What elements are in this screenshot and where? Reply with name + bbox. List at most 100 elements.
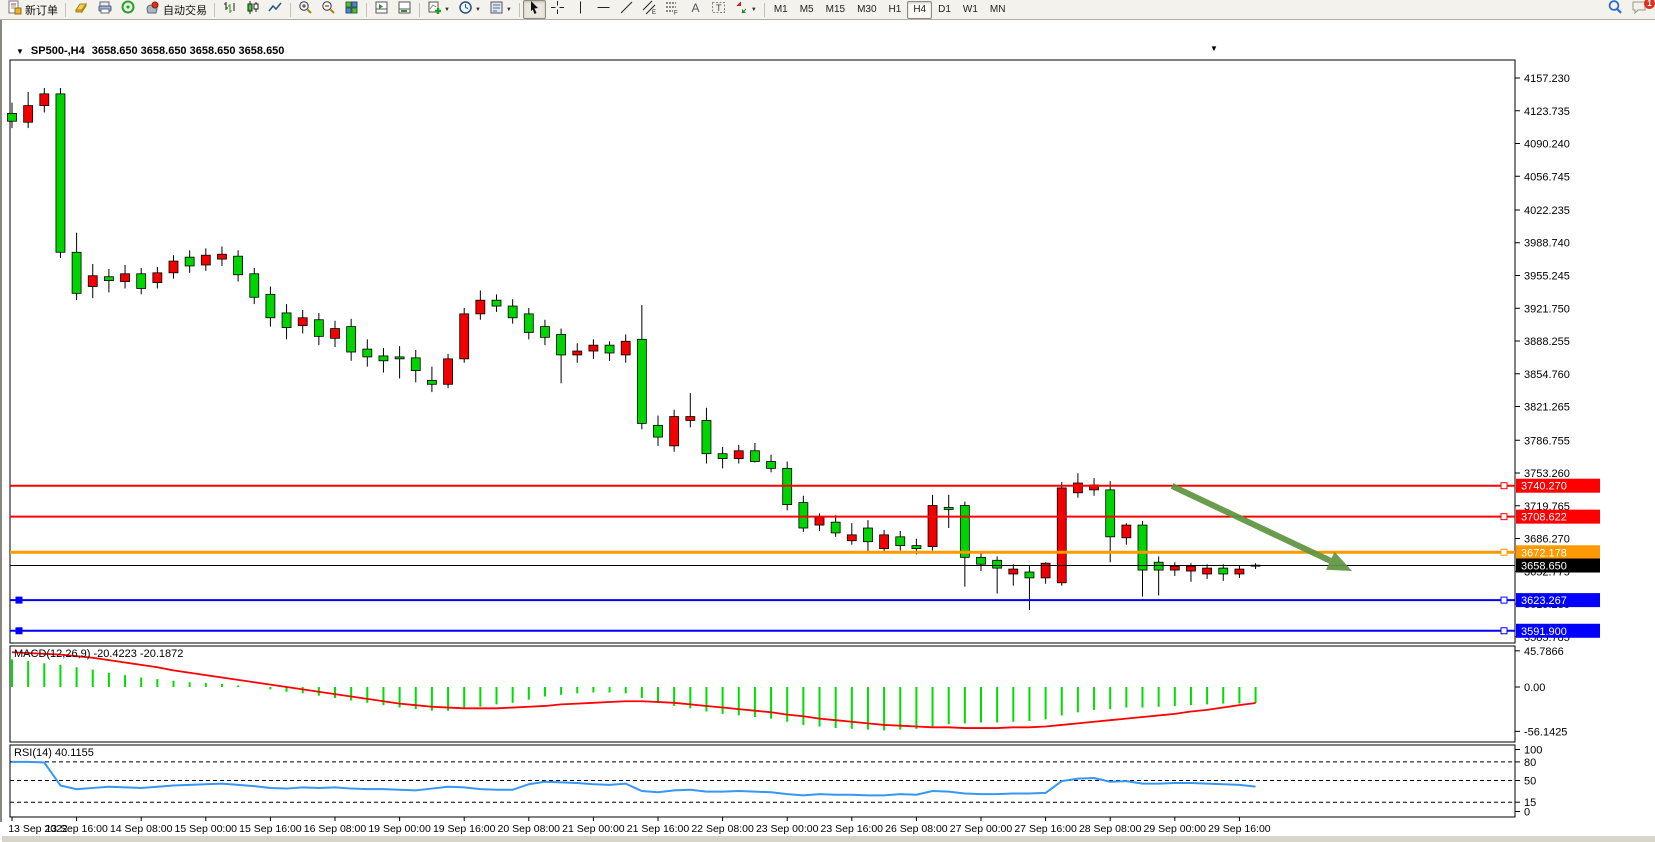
gold-icon <box>73 0 89 20</box>
candle-body <box>718 454 727 459</box>
rsi-axis-label: 50 <box>1524 776 1536 788</box>
chat-button[interactable]: 1 <box>1627 0 1652 19</box>
timeframe-m15-button[interactable]: M15 <box>820 1 851 19</box>
dropdown-caret-icon[interactable]: ▼ <box>444 7 450 13</box>
timeframe-m30-button[interactable]: M30 <box>851 1 882 19</box>
timeframe-m1-button[interactable]: M1 <box>768 1 794 19</box>
autotrade-button[interactable]: 自动交易 <box>140 0 211 19</box>
hline-handle[interactable] <box>16 597 22 603</box>
line-chart-button[interactable] <box>264 0 287 19</box>
rsi-axis-label: 0 <box>1524 807 1530 819</box>
hline-price-text: 3708.622 <box>1521 512 1567 524</box>
macd-axis-label: 0.00 <box>1524 682 1545 694</box>
candle-body <box>1186 566 1195 571</box>
zoomout-icon <box>321 0 336 20</box>
rsi-label: RSI(14) 40.1155 <box>14 747 94 759</box>
svg-text:T: T <box>716 3 722 13</box>
toolbar-separator <box>519 3 520 17</box>
candle-body <box>1203 568 1212 574</box>
zoom-out-button[interactable] <box>317 0 340 19</box>
main-pane <box>10 60 1515 643</box>
svg-text:E: E <box>652 10 656 15</box>
search-icon <box>1607 0 1623 20</box>
time-axis-label: 22 Sep 08:00 <box>691 823 754 835</box>
price-axis-label: 4022.235 <box>1524 205 1570 217</box>
candle-body <box>427 380 436 384</box>
collapse-marker-icon[interactable]: ▼ <box>16 47 24 56</box>
data-window-icon[interactable] <box>93 0 117 19</box>
candle-body <box>847 535 856 541</box>
periods-button[interactable]: ▼ <box>454 0 485 19</box>
candle-body <box>153 273 162 283</box>
timeframe-mn-button[interactable]: MN <box>984 1 1012 19</box>
zoom-in-button[interactable] <box>294 0 317 19</box>
scroll-end-marker-icon[interactable]: ▼ <box>1210 44 1218 53</box>
candle-chart-button[interactable] <box>241 0 264 19</box>
candle-body <box>637 339 646 423</box>
text-button[interactable]: A <box>684 0 707 19</box>
dropdown-caret-icon[interactable]: ▼ <box>506 7 512 13</box>
candle-body <box>56 94 65 252</box>
hline-handle[interactable] <box>1501 597 1507 603</box>
candle-body <box>1106 490 1115 537</box>
toolbar-separator <box>366 3 367 17</box>
trendline-button[interactable] <box>615 0 638 19</box>
new-order-button[interactable]: 新订单 <box>3 0 62 19</box>
candle-body <box>88 276 97 287</box>
hline-handle[interactable] <box>1501 483 1507 489</box>
candle-body <box>250 274 259 297</box>
channel-button[interactable]: E <box>638 0 661 19</box>
search-button[interactable] <box>1603 0 1627 19</box>
timeframe-h4-button[interactable]: H4 <box>907 1 932 19</box>
dropdown-caret-icon[interactable]: ▼ <box>475 7 481 13</box>
candle-body <box>169 261 178 273</box>
add-chart-button[interactable]: ▼ <box>423 0 454 19</box>
hline-button[interactable] <box>592 0 615 19</box>
indicator-window-button[interactable] <box>370 0 393 19</box>
candle-body <box>1073 483 1082 493</box>
signals-icon[interactable] <box>117 0 140 19</box>
timeframe-h1-button[interactable]: H1 <box>883 1 908 19</box>
timeframe-m5-button[interactable]: M5 <box>794 1 820 19</box>
docplus-icon <box>7 0 22 20</box>
fibonacci-button[interactable]: F <box>661 0 684 19</box>
timeframe-w1-button[interactable]: W1 <box>957 1 984 19</box>
timeframe-d1-button[interactable]: D1 <box>932 1 957 19</box>
arrows-button[interactable]: ▼ <box>730 0 761 19</box>
main-toolbar: 新订单 自动交易 ▼ ▼ ▼ EFAT ▼ M1M5M15M30H1H4D1W1MN 1 <box>0 0 1655 20</box>
templates-button[interactable]: ▼ <box>485 0 516 19</box>
tile-windows-button[interactable] <box>340 0 363 19</box>
new-order-button-label: 新订单 <box>25 2 58 18</box>
indwin2-icon <box>397 0 412 20</box>
candle-body <box>654 425 663 437</box>
hline-handle[interactable] <box>1501 549 1507 555</box>
candle-body <box>137 274 146 289</box>
label-button[interactable]: T <box>707 0 730 19</box>
chart-canvas: 4157.2304123.7354090.2404056.7454022.235… <box>2 20 1655 842</box>
hline-handle[interactable] <box>1501 514 1507 520</box>
candle-body <box>217 254 226 259</box>
macd-axis-label: -56.1425 <box>1524 726 1567 738</box>
indicator-window2-button[interactable] <box>393 0 416 19</box>
chart-symbol-period: SP500-,H4 <box>31 45 85 57</box>
time-axis-label: 23 Sep 16:00 <box>821 823 884 835</box>
hline-handle[interactable] <box>16 628 22 634</box>
candle-body <box>1025 572 1034 578</box>
candle-body <box>880 535 889 549</box>
bar-chart-button[interactable] <box>218 0 241 19</box>
indwin-icon <box>374 0 389 20</box>
candle-body <box>314 320 323 337</box>
market-watch-icon[interactable] <box>69 0 93 19</box>
crosshair-button[interactable] <box>546 0 569 19</box>
vline-button[interactable] <box>569 0 592 19</box>
candle-body <box>1235 569 1244 574</box>
cursor-button[interactable] <box>523 0 546 19</box>
candle-body <box>121 274 130 282</box>
price-axis-label: 3821.265 <box>1524 402 1570 414</box>
dropdown-caret-icon[interactable]: ▼ <box>751 7 757 13</box>
candle-body <box>589 345 598 351</box>
candle-body <box>234 256 243 275</box>
hline-handle[interactable] <box>1501 628 1507 634</box>
price-axis-label: 3753.260 <box>1524 468 1570 480</box>
bottom-scroll-strip[interactable] <box>2 836 1655 842</box>
